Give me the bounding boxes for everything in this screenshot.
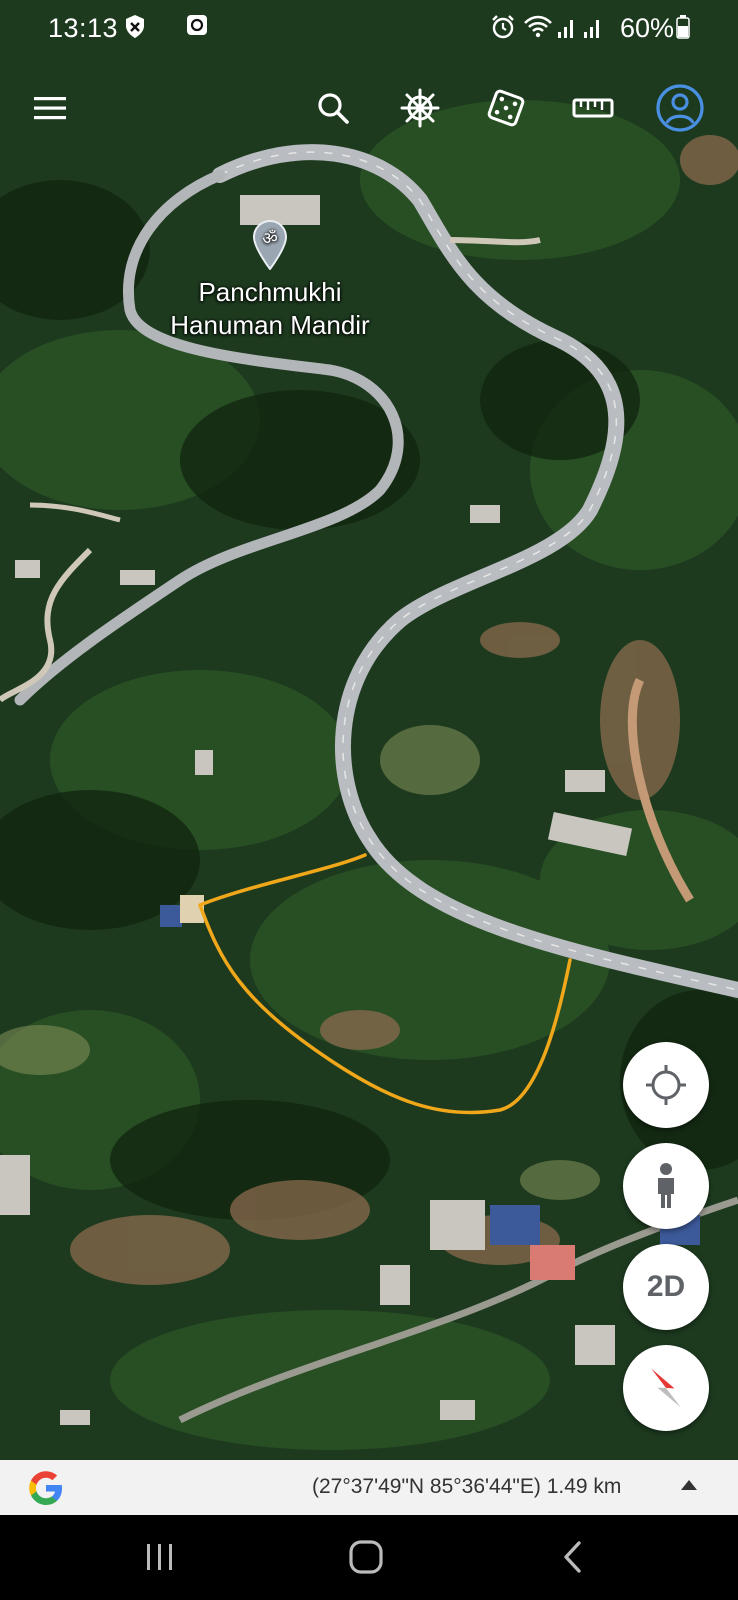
place-name-line1: Panchmukhi [198, 277, 342, 307]
back-button[interactable] [543, 1537, 603, 1577]
place-label[interactable]: ॐ Panchmukhi Hanuman Mandir [110, 218, 430, 342]
recents-icon [147, 1544, 172, 1570]
clock: 13:13 [48, 13, 119, 43]
menu-button[interactable] [22, 80, 78, 136]
google-g-icon [29, 1471, 62, 1505]
top-toolbar [0, 62, 738, 152]
wifi-icon [524, 15, 552, 38]
compass-icon [651, 1368, 681, 1408]
my-location-button[interactable] [623, 1042, 709, 1128]
system-navigation-bar [0, 1515, 738, 1600]
dice-icon [487, 89, 525, 127]
battery-icon [676, 15, 690, 39]
status-bar: 13:13 60% [0, 0, 738, 58]
place-name-line2: Hanuman Mandir [170, 310, 370, 340]
street-view-button[interactable] [623, 1143, 709, 1229]
notification-app-icon [187, 15, 207, 35]
menu-icon [34, 97, 66, 120]
search-icon [318, 93, 349, 124]
signal-icon [584, 20, 599, 38]
alarm-icon [492, 15, 514, 39]
compass-button[interactable] [623, 1345, 709, 1431]
recents-button[interactable] [130, 1537, 190, 1577]
crosshair-icon [646, 1065, 686, 1105]
search-button[interactable] [305, 80, 361, 136]
bottom-info-bar: (27°37'49"N 85°36'44"E) 1.49 km [0, 1460, 738, 1515]
signal-icon [558, 20, 573, 38]
om-pin-icon: ॐ [252, 220, 288, 270]
view-mode-label: 2D [646, 1270, 686, 1303]
ruler-icon [572, 98, 614, 118]
feeling-lucky-button[interactable] [478, 80, 534, 136]
voyager-button[interactable] [392, 80, 448, 136]
home-icon [349, 1540, 383, 1574]
account-icon [656, 84, 704, 132]
battery-percent: 60% [620, 13, 675, 43]
home-button[interactable] [336, 1537, 396, 1577]
expand-info-caret-icon[interactable] [681, 1480, 697, 1490]
shield-x-icon [126, 15, 144, 38]
back-icon [564, 1541, 581, 1573]
measure-button[interactable] [565, 80, 621, 136]
account-button[interactable] [652, 80, 708, 136]
voyager-wheel-icon [400, 88, 440, 128]
svg-text:ॐ: ॐ [262, 229, 278, 249]
view-mode-toggle[interactable]: 2D [623, 1244, 709, 1330]
coordinates-readout: (27°37'49"N 85°36'44"E) 1.49 km [312, 1475, 622, 1498]
pegman-icon [658, 1163, 674, 1208]
